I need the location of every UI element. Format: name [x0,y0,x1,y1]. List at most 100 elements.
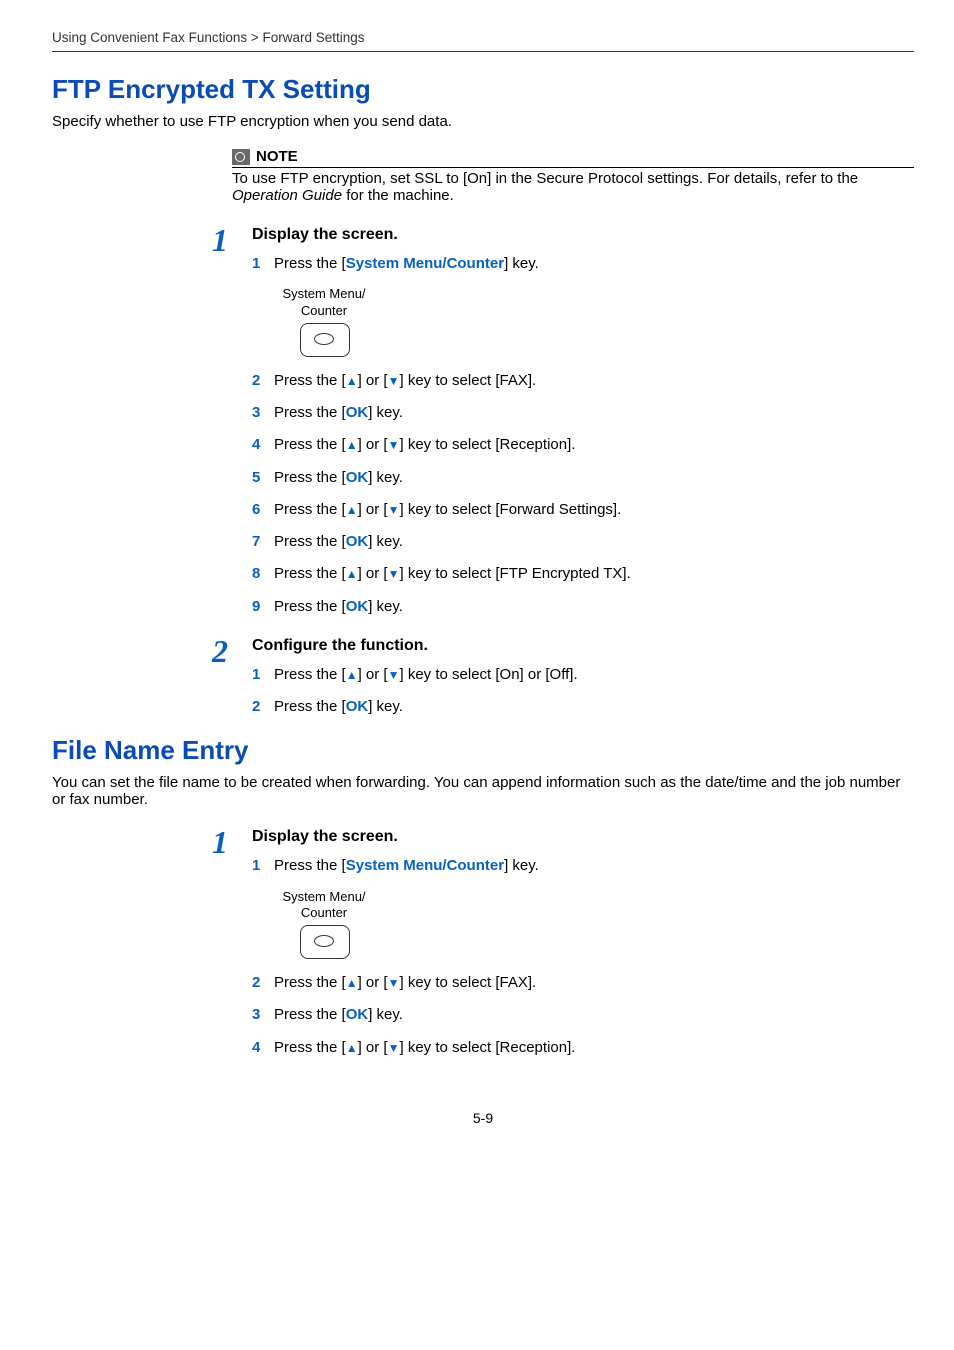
key-label: OK [346,598,369,615]
step-2: 2 Configure the function. 1 Press the [▲… [212,635,914,730]
text: Press the [ [274,698,346,715]
note-text-pre: To use FTP encryption, set SSL to [On] i… [232,170,858,187]
up-arrow-icon: ▲ [346,374,358,388]
substep: 8 Press the [▲] or [▼] key to select [FT… [252,564,914,584]
heading-file-name-entry: File Name Entry [52,735,914,766]
text: Press the [ [274,1006,346,1023]
text: Press the [ [274,857,346,874]
substep-num: 3 [252,1005,274,1025]
substep: 9 Press the [OK] key. [252,597,914,617]
down-arrow-icon: ▼ [388,1041,400,1055]
key-button-icon [300,323,350,357]
note-label: NOTE [256,148,298,165]
key-label: OK [346,1006,369,1023]
text: ] key to select [FAX]. [400,372,537,389]
text: ] or [ [358,1039,388,1056]
down-arrow-icon: ▼ [388,567,400,581]
key-label: OK [346,404,369,421]
text: Press the [ [274,404,346,421]
step-number-1: 1 [212,826,252,858]
text: Press the [ [274,255,346,272]
text: ] or [ [358,974,388,991]
text: ] or [ [358,501,388,518]
text: Press the [ [274,666,346,683]
text: Press the [ [274,533,346,550]
substep-num: 1 [252,665,274,685]
down-arrow-icon: ▼ [388,976,400,990]
text: ] key to select [Reception]. [400,1039,576,1056]
key-label: System Menu/Counter [346,255,504,272]
text: ] or [ [358,666,388,683]
down-arrow-icon: ▼ [388,374,400,388]
substep: 3 Press the [OK] key. [252,1005,914,1025]
text: Press the [ [274,436,346,453]
text: ] key to select [Forward Settings]. [400,501,622,518]
text: ] key. [368,598,403,615]
substep-num: 1 [252,856,274,876]
down-arrow-icon: ▼ [388,438,400,452]
substep: 4 Press the [▲] or [▼] key to select [Re… [252,1038,914,1058]
step-title: Display the screen. [252,226,914,244]
substep-num: 7 [252,532,274,552]
substep: 7 Press the [OK] key. [252,532,914,552]
text: ] key. [368,469,403,486]
key-button-icon [300,925,350,959]
step-number-2: 2 [212,635,252,667]
down-arrow-icon: ▼ [388,668,400,682]
text: ] key to select [On] or [Off]. [400,666,578,683]
substep-num: 3 [252,403,274,423]
substep-num: 4 [252,1038,274,1058]
up-arrow-icon: ▲ [346,567,358,581]
text: ] key to select [Reception]. [400,436,576,453]
note-body: To use FTP encryption, set SSL to [On] i… [232,168,914,204]
text: ] key. [368,404,403,421]
substep: 4 Press the [▲] or [▼] key to select [Re… [252,435,914,455]
intro-text: You can set the file name to be created … [52,774,914,808]
up-arrow-icon: ▲ [346,503,358,517]
key-label: OK [346,469,369,486]
page-number: 5-9 [52,1110,914,1126]
step-number-1: 1 [212,224,252,256]
text: ] key to select [FTP Encrypted TX]. [400,565,631,582]
substep: 2 Press the [▲] or [▼] key to select [FA… [252,371,914,391]
text: ] key. [368,1006,403,1023]
step-title: Display the screen. [252,828,914,846]
step-1: 1 Display the screen. 1 Press the [Syste… [212,224,914,629]
text: ] key. [504,255,539,272]
substep: 5 Press the [OK] key. [252,468,914,488]
text: ] key. [368,698,403,715]
text: Press the [ [274,974,346,991]
text: ] or [ [358,436,388,453]
substep: 1 Press the [System Menu/Counter] key. [252,856,914,876]
key-caption-line1: System Menu/ [282,286,365,301]
substep-num: 8 [252,564,274,584]
substep-num: 5 [252,468,274,488]
key-caption-line2: Counter [301,303,347,318]
step-title: Configure the function. [252,637,914,655]
substep-num: 4 [252,435,274,455]
substep: 1 Press the [System Menu/Counter] key. [252,254,914,274]
step-1: 1 Display the screen. 1 Press the [Syste… [212,826,914,1070]
substep: 2 Press the [▲] or [▼] key to select [FA… [252,973,914,993]
breadcrumb: Using Convenient Fax Functions > Forward… [52,30,914,52]
physical-key-figure: System Menu/Counter [252,286,914,357]
key-caption-line1: System Menu/ [282,889,365,904]
text: Press the [ [274,372,346,389]
text: ] key. [368,533,403,550]
key-label: System Menu/Counter [346,857,504,874]
substep-num: 2 [252,371,274,391]
substep: 1 Press the [▲] or [▼] key to select [On… [252,665,914,685]
text: ] key. [504,857,539,874]
key-label: OK [346,698,369,715]
key-label: OK [346,533,369,550]
physical-key-figure: System Menu/Counter [252,889,914,960]
down-arrow-icon: ▼ [388,503,400,517]
note-text-italic: Operation Guide [232,187,342,204]
up-arrow-icon: ▲ [346,1041,358,1055]
substep-num: 9 [252,597,274,617]
substep: 6 Press the [▲▼] or [▼] key to select [F… [252,500,914,520]
up-arrow-icon: ▲ [346,438,358,452]
substep-num: 2 [252,973,274,993]
intro-text: Specify whether to use FTP encryption wh… [52,113,914,130]
substep-num: 2 [252,697,274,717]
